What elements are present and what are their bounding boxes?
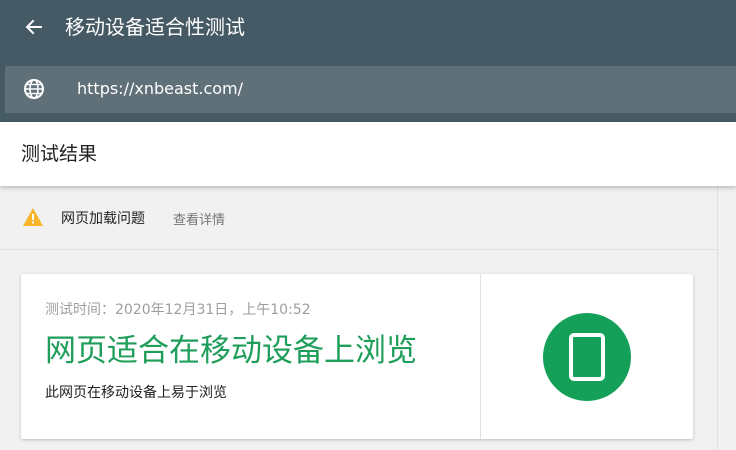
card-divider xyxy=(480,274,481,439)
globe-icon xyxy=(23,78,45,100)
mobile-friendly-badge xyxy=(543,313,631,401)
back-arrow-icon[interactable] xyxy=(20,13,48,41)
url-bar[interactable]: https://xnbeast.com/ xyxy=(5,66,736,113)
page-loading-issue-row: 网页加载问题 查看详情 xyxy=(0,186,717,250)
mobile-phone-icon xyxy=(569,333,605,381)
top-bar: 移动设备适合性测试 https://xnbeast.com/ xyxy=(0,0,736,122)
warning-icon xyxy=(22,207,44,227)
results-header: 测试结果 xyxy=(0,122,736,186)
verdict-subtitle: 此网页在移动设备上易于浏览 xyxy=(45,385,227,401)
url-text[interactable]: https://xnbeast.com/ xyxy=(77,79,243,99)
test-time: 测试时间：2020年12月31日，上午10:52 xyxy=(45,302,311,318)
view-details-link[interactable]: 查看详情 xyxy=(173,209,225,228)
result-card: 测试时间：2020年12月31日，上午10:52 网页适合在移动设备上浏览 此网… xyxy=(21,274,693,439)
side-divider xyxy=(717,186,718,450)
verdict-title: 网页适合在移动设备上浏览 xyxy=(45,333,417,369)
results-title: 测试结果 xyxy=(21,143,98,165)
app-title: 移动设备适合性测试 xyxy=(65,15,245,39)
issue-label: 网页加载问题 xyxy=(61,211,145,227)
